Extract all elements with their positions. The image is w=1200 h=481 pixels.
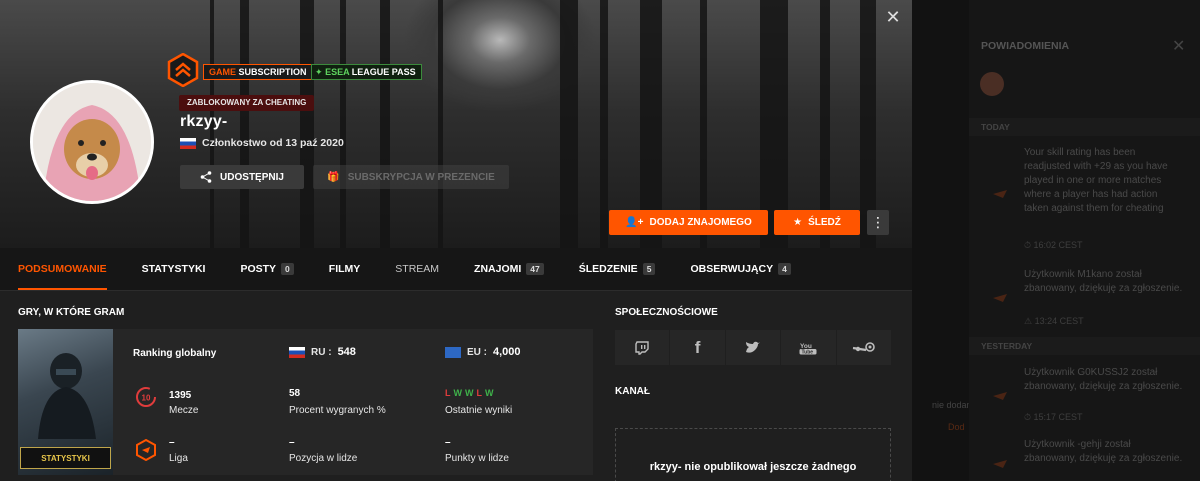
username: rkzyy- — [180, 113, 228, 130]
tab-friends[interactable]: ZNAJOMI 47 — [474, 248, 544, 290]
skill-level-value: 10 — [142, 394, 151, 403]
day-label-today: TODAY — [981, 122, 1010, 132]
soldier-image — [38, 353, 96, 439]
game-cover[interactable]: STATYSTYKI — [18, 329, 113, 475]
esea-icon: ✦ — [315, 67, 323, 77]
notification-text[interactable]: Użytkownik -gehji został zbanowany, dzię… — [1024, 438, 1184, 466]
league-position-label: Pozycja w lidze — [289, 453, 358, 464]
tab-summary[interactable]: PODSUMOWANIE — [18, 248, 107, 290]
game-card[interactable]: STATYSTYKI Ranking globalny RU : 548 EU … — [18, 329, 593, 475]
league-points-value: – — [445, 437, 451, 448]
league-value: – — [169, 437, 175, 448]
svg-text:Tube: Tube — [802, 349, 814, 354]
youtube-icon[interactable]: You Tube — [781, 330, 837, 365]
follow-button[interactable]: ★ ŚLEDŹ — [774, 210, 860, 235]
ban-badge: ZABLOKOWANY ZA CHEATING — [179, 95, 315, 111]
recent-results-label: Ostatnie wyniki — [445, 405, 513, 416]
league-points-label: Punkty w lidze — [445, 453, 509, 464]
channel-empty-text: rkzyy- nie opublikował jeszcze żadnego — [649, 461, 857, 473]
notifications-title: POWIADOMIENIA — [981, 40, 1070, 52]
ranking-label: Ranking globalny — [133, 348, 217, 359]
notification-icon — [993, 294, 1007, 302]
more-options-icon[interactable]: ⋮ — [867, 210, 889, 235]
twitter-icon[interactable] — [725, 330, 782, 365]
notification-icon — [993, 392, 1007, 400]
twitch-icon[interactable] — [615, 330, 671, 365]
tab-count: 4 — [778, 263, 791, 275]
recent-results: LWWLW — [445, 388, 494, 398]
channel-section-title: KANAŁ — [615, 386, 650, 397]
dog-avatar-icon — [33, 83, 151, 201]
matches-label: Mecze — [169, 405, 199, 416]
avatar[interactable] — [30, 80, 154, 204]
eu-flag-icon — [445, 346, 461, 358]
profile-modal: ✕ GAME SUBSCRIPTION ✦ ESEA LEAGUE PASS Z… — [0, 0, 912, 481]
close-icon[interactable]: ✕ — [1172, 36, 1185, 56]
background-text: nie dodan — [932, 400, 972, 410]
notification-icon — [993, 460, 1007, 468]
tab-stream[interactable]: STREAM — [395, 248, 439, 290]
winrate-value: 58 — [289, 388, 301, 399]
facebook-icon[interactable]: f — [670, 330, 726, 365]
social-section-title: SPOŁECZNOŚCIOWE — [615, 307, 718, 318]
banner-tree — [300, 0, 314, 248]
membership-info: Członkostwo od 13 paź 2020 — [180, 137, 344, 149]
banner-tree — [340, 0, 346, 248]
notification-text[interactable]: Użytkownik M1kano został zbanowany, dzię… — [1024, 268, 1184, 296]
add-friend-button[interactable]: 👤+ DODAJ ZNAJOMEGO — [609, 210, 768, 235]
esea-badge[interactable]: ✦ ESEA LEAGUE PASS — [311, 64, 422, 80]
notifications-panel — [969, 0, 1200, 481]
tab-count: 5 — [642, 263, 656, 275]
avatar[interactable] — [980, 72, 1004, 96]
banner-tree — [380, 0, 390, 248]
banner-tree — [560, 0, 578, 248]
league-label: Liga — [169, 453, 188, 464]
day-label-yesterday: YESTERDAY — [981, 341, 1033, 351]
notification-time: ⏱ 15:17 CEST — [1024, 412, 1083, 422]
russia-flag-icon — [180, 137, 196, 149]
channel-empty-box: rkzyy- nie opublikował jeszcze żadnego — [615, 428, 891, 481]
background-text: Dod — [948, 422, 965, 432]
skill-level-icon: 10 — [136, 387, 156, 407]
tab-videos[interactable]: FILMY — [329, 248, 361, 290]
winrate-label: Procent wygranych % — [289, 405, 386, 416]
add-user-icon: 👤+ — [625, 217, 644, 228]
notification-time: ⚠ 13:24 CEST — [1024, 316, 1084, 326]
banner-tree — [600, 0, 608, 248]
share-icon — [200, 171, 212, 183]
league-position-value: – — [289, 437, 295, 448]
social-links: f You Tube — [615, 330, 892, 365]
league-icon — [136, 439, 156, 461]
gift-icon: 🎁 — [327, 171, 340, 183]
close-icon[interactable]: ✕ — [884, 8, 902, 26]
games-section-title: GRY, W KTÓRE GRAM — [18, 307, 125, 318]
profile-tabs: PODSUMOWANIE STATYSTYKI POSTY 0 FILMY STR… — [0, 248, 912, 290]
app-root: nie dodan Dod POWIADOMIENIA ✕ TODAY Your… — [0, 0, 1200, 481]
tabs-divider — [0, 290, 912, 291]
chevron-up-icon — [167, 53, 199, 87]
tab-followers[interactable]: OBSERWUJĄCY 4 — [690, 248, 791, 290]
subscription-badge[interactable]: GAME SUBSCRIPTION — [203, 64, 313, 80]
notification-text[interactable]: Your skill rating has been readjusted wi… — [1024, 146, 1184, 216]
cs-stats-badge: STATYSTYKI — [20, 447, 111, 469]
notification-text[interactable]: Użytkownik G0KUSSJ2 został zbanowany, dz… — [1024, 366, 1184, 394]
tab-stats[interactable]: STATYSTYKI — [142, 248, 206, 290]
banner-tree — [240, 0, 249, 248]
tab-posts[interactable]: POSTY 0 — [240, 248, 294, 290]
steam-icon[interactable] — [836, 330, 892, 365]
star-icon: ★ — [793, 217, 803, 228]
share-button[interactable]: UDOSTĘPNIJ — [180, 165, 304, 189]
russia-flag-icon — [289, 346, 305, 358]
tab-count: 47 — [526, 263, 544, 275]
notification-icon — [993, 190, 1007, 198]
matches-value: 1395 — [169, 390, 192, 401]
ranking-eu: EU : 4,000 — [445, 346, 521, 358]
tab-following[interactable]: ŚLEDZENIE 5 — [579, 248, 656, 290]
gift-subscription-button[interactable]: 🎁 SUBSKRYPCJA W PREZENCIE — [313, 165, 509, 189]
notification-time: ⏱ 16:02 CEST — [1024, 240, 1083, 250]
ranking-ru: RU : 548 — [289, 346, 356, 358]
tab-count: 0 — [281, 263, 294, 275]
banner-tree — [438, 0, 443, 248]
